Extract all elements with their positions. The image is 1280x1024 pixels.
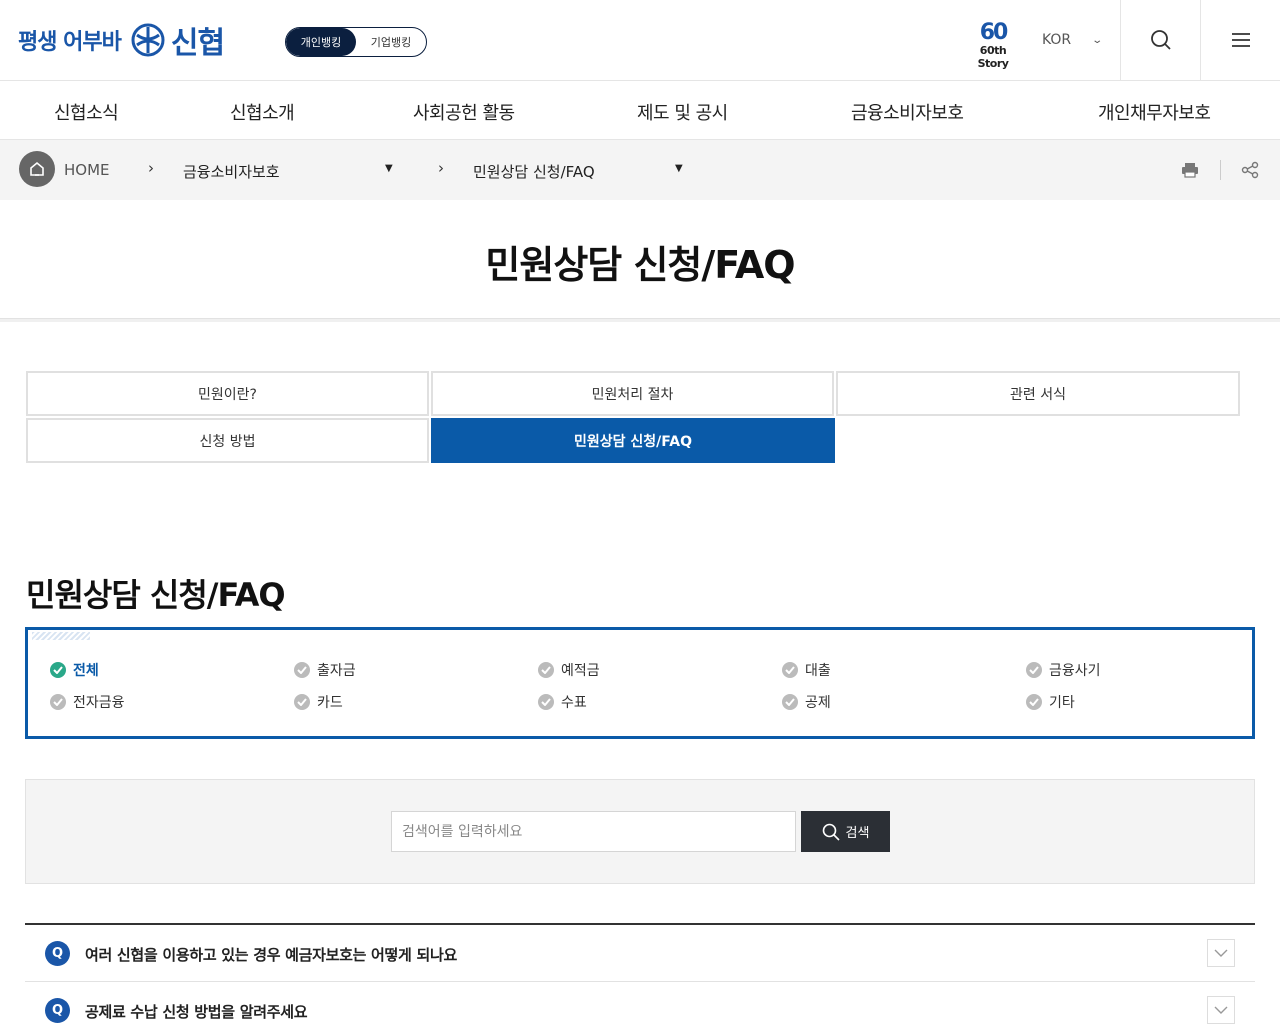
title-divider bbox=[0, 318, 1280, 322]
site-header: 평생 어부바 신협 개인뱅킹 기업뱅킹 60 60th Story KOR ⌄ bbox=[0, 0, 1280, 81]
category-label: 기타 bbox=[1049, 695, 1075, 711]
language-label: KOR bbox=[1042, 32, 1072, 48]
category-contribution[interactable]: 출자금 bbox=[294, 660, 356, 680]
check-circle-icon bbox=[538, 662, 554, 678]
faq-search-area: 검색 bbox=[25, 779, 1255, 884]
expand-toggle[interactable] bbox=[1207, 996, 1235, 1024]
story-60-number: 60 bbox=[979, 20, 1009, 45]
category-other[interactable]: 기타 bbox=[1026, 692, 1075, 712]
nav-item-news[interactable]: 신협소식 bbox=[54, 99, 119, 125]
share-button[interactable] bbox=[1238, 158, 1262, 182]
chevron-down-icon: ⌄ bbox=[1091, 34, 1104, 46]
check-circle-icon bbox=[1026, 694, 1042, 710]
main-navigation: 신협소식 신협소개 사회공헌 활동 제도 및 공시 금융소비자보호 개인채무자보… bbox=[0, 81, 1280, 140]
category-label: 출자금 bbox=[317, 663, 356, 679]
business-banking-button[interactable]: 기업뱅킹 bbox=[356, 28, 426, 56]
story-text: 60th Story bbox=[977, 44, 1009, 70]
breadcrumb-home[interactable]: HOME bbox=[64, 161, 110, 179]
breadcrumb: HOME › 금융소비자보호 ▼ › 민원상담 신청/FAQ ▼ bbox=[0, 140, 1280, 200]
question-badge: Q bbox=[45, 998, 70, 1023]
language-selector[interactable]: KOR ⌄ bbox=[1042, 32, 1104, 48]
check-circle-icon bbox=[782, 662, 798, 678]
check-circle-icon bbox=[50, 662, 66, 678]
category-label: 공제 bbox=[805, 695, 831, 711]
check-circle-icon bbox=[294, 694, 310, 710]
search-submit-button[interactable]: 검색 bbox=[801, 811, 890, 852]
category-label: 수표 bbox=[561, 695, 587, 711]
category-all[interactable]: 전체 bbox=[50, 660, 99, 680]
search-button-label: 검색 bbox=[845, 826, 870, 841]
check-circle-icon bbox=[538, 694, 554, 710]
category-deposits[interactable]: 예적금 bbox=[538, 660, 600, 680]
category-fraud[interactable]: 금융사기 bbox=[1026, 660, 1101, 680]
nav-item-policy[interactable]: 제도 및 공시 bbox=[637, 99, 728, 125]
share-icon bbox=[1241, 161, 1259, 179]
nav-item-about[interactable]: 신협소개 bbox=[230, 99, 295, 125]
check-circle-icon bbox=[294, 662, 310, 678]
personal-banking-button[interactable]: 개인뱅킹 bbox=[286, 28, 356, 56]
home-button[interactable] bbox=[19, 151, 55, 187]
category-label: 예적금 bbox=[561, 663, 600, 679]
tab-consultation-faq[interactable]: 민원상담 신청/FAQ bbox=[431, 418, 835, 463]
question-badge: Q bbox=[45, 941, 70, 966]
chevron-right-icon: › bbox=[438, 159, 444, 177]
caret-down-icon[interactable]: ▼ bbox=[675, 163, 683, 174]
category-label: 전자금융 bbox=[73, 695, 125, 711]
search-icon bbox=[822, 823, 840, 841]
decorative-hatch bbox=[32, 632, 90, 640]
category-e-finance[interactable]: 전자금융 bbox=[50, 692, 125, 712]
breadcrumb-level2-select[interactable]: 민원상담 신청/FAQ bbox=[473, 161, 595, 182]
print-button[interactable] bbox=[1178, 158, 1202, 182]
chevron-right-icon: › bbox=[148, 159, 154, 177]
print-icon bbox=[1182, 163, 1198, 178]
home-icon bbox=[30, 161, 44, 176]
category-loans[interactable]: 대출 bbox=[782, 660, 831, 680]
nav-item-social[interactable]: 사회공헌 활동 bbox=[413, 99, 515, 125]
category-insurance[interactable]: 공제 bbox=[782, 692, 831, 712]
category-check[interactable]: 수표 bbox=[538, 692, 587, 712]
tab-related-forms[interactable]: 관련 서식 bbox=[836, 371, 1240, 416]
check-circle-icon bbox=[50, 694, 66, 710]
category-label: 금융사기 bbox=[1049, 663, 1101, 679]
60th-story-link[interactable]: 60 60th Story bbox=[964, 20, 1022, 71]
search-icon bbox=[1150, 30, 1171, 50]
search-input[interactable] bbox=[391, 811, 796, 852]
faq-item[interactable]: Q 공제료 수납 신청 방법을 알려주세요 bbox=[25, 982, 1255, 1024]
chevron-down-icon bbox=[1214, 949, 1228, 957]
faq-item[interactable]: Q 여러 신협을 이용하고 있는 경우 예금자보호는 어떻게 되나요 bbox=[25, 925, 1255, 982]
shinhyup-logo-mark-icon bbox=[131, 23, 165, 57]
page-title: 민원상담 신청/FAQ bbox=[485, 243, 795, 287]
nav-item-consumer-protection[interactable]: 금융소비자보호 bbox=[851, 99, 964, 125]
logo-slogan: 평생 어부바 bbox=[18, 30, 122, 55]
expand-toggle[interactable] bbox=[1207, 939, 1235, 967]
category-label: 대출 bbox=[805, 663, 831, 679]
chevron-down-icon bbox=[1214, 1006, 1228, 1014]
category-label: 카드 bbox=[317, 695, 343, 711]
faq-category-filter: 전체 출자금 예적금 대출 금융사기 전자금융 카드 수표 공제 기타 bbox=[25, 627, 1255, 739]
faq-question-text: 여러 신협을 이용하고 있는 경우 예금자보호는 어떻게 되나요 bbox=[85, 946, 457, 964]
tab-what-is-complaint[interactable]: 민원이란? bbox=[26, 371, 429, 416]
search-button[interactable] bbox=[1120, 0, 1200, 80]
toolbar-divider bbox=[1220, 160, 1221, 180]
tab-how-to-apply[interactable]: 신청 방법 bbox=[26, 418, 429, 463]
section-title: 민원상담 신청/FAQ bbox=[26, 576, 286, 614]
bank-type-toggle: 개인뱅킹 기업뱅킹 bbox=[285, 27, 427, 57]
category-card[interactable]: 카드 bbox=[294, 692, 343, 712]
logo-brand: 신협 bbox=[170, 26, 225, 61]
nav-item-debtor-protection[interactable]: 개인채무자보호 bbox=[1098, 99, 1211, 125]
menu-button[interactable] bbox=[1200, 0, 1280, 80]
faq-question-text: 공제료 수납 신청 방법을 알려주세요 bbox=[85, 1003, 308, 1021]
caret-down-icon[interactable]: ▼ bbox=[385, 163, 393, 174]
check-circle-icon bbox=[1026, 662, 1042, 678]
tab-complaint-process[interactable]: 민원처리 절차 bbox=[431, 371, 834, 416]
site-logo[interactable]: 평생 어부바 신협 bbox=[18, 20, 225, 61]
category-label: 전체 bbox=[73, 663, 99, 679]
check-circle-icon bbox=[782, 694, 798, 710]
hamburger-menu-icon bbox=[1231, 33, 1250, 47]
breadcrumb-level1-select[interactable]: 금융소비자보호 bbox=[183, 161, 280, 182]
